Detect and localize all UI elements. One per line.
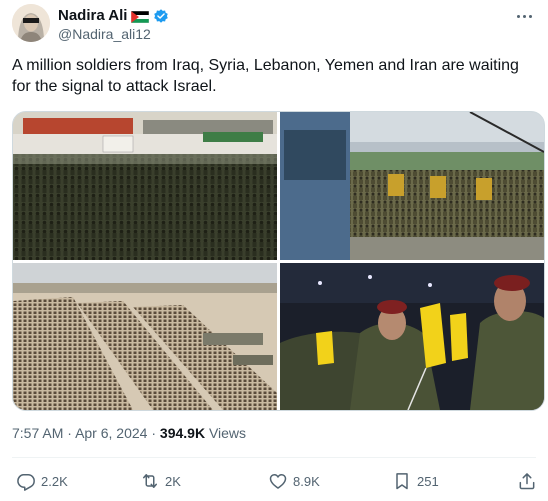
- reply-icon: [16, 471, 36, 491]
- like-count: 8.9K: [293, 473, 320, 489]
- meta-separator: ·: [151, 425, 157, 441]
- media-grid: [12, 111, 545, 411]
- action-bar: 2.2K 2K 8.9K 251: [12, 471, 536, 493]
- views-count: 394.9K: [159, 425, 206, 441]
- more-dot: [522, 14, 526, 18]
- tweet-header: Nadira Ali @Nadira_ali12: [12, 4, 536, 44]
- bookmark-count: 251: [417, 473, 439, 489]
- reply-count: 2.2K: [41, 473, 68, 489]
- repost-button[interactable]: 2K: [140, 471, 181, 491]
- heart-icon: [268, 471, 288, 491]
- views-label: Views: [208, 425, 247, 441]
- more-dot: [516, 14, 520, 18]
- bookmark-button[interactable]: 251: [392, 471, 439, 491]
- name-row: Nadira Ali: [58, 7, 169, 25]
- tweet-text: A million soldiers from Iraq, Syria, Leb…: [12, 57, 519, 95]
- like-button[interactable]: 8.9K: [268, 471, 320, 491]
- repost-count: 2K: [165, 473, 181, 489]
- author-handle[interactable]: @Nadira_ali12: [58, 26, 151, 43]
- retweet-icon: [140, 471, 160, 491]
- avatar[interactable]: [12, 4, 50, 42]
- media-image-parade-banners[interactable]: [280, 112, 544, 260]
- share-button[interactable]: [517, 471, 537, 491]
- bookmark-icon: [392, 471, 412, 491]
- verified-badge-icon: [153, 8, 169, 24]
- tweet-time[interactable]: 7:57 AM: [12, 425, 63, 441]
- tweet-meta: 7:57 AM · Apr 6, 2024 · 394.9K Views: [12, 425, 246, 442]
- more-dot: [528, 14, 532, 18]
- meta-separator: ·: [67, 425, 72, 441]
- media-image-aerial-formation[interactable]: [13, 263, 277, 410]
- reply-button[interactable]: 2.2K: [16, 471, 68, 491]
- media-image-parade-grandstand[interactable]: [13, 112, 277, 260]
- author-name[interactable]: Nadira Ali: [58, 7, 127, 25]
- tweet-date[interactable]: Apr 6, 2024: [75, 425, 147, 441]
- more-icon[interactable]: [512, 8, 536, 24]
- divider: [12, 457, 536, 458]
- palestine-flag-icon: [131, 10, 150, 24]
- share-icon: [517, 471, 537, 491]
- media-image-fighters-yellow-flags[interactable]: [280, 263, 544, 410]
